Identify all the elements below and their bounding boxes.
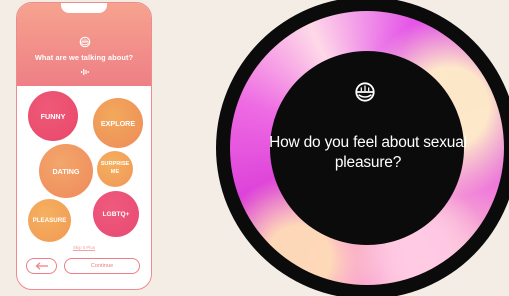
- helmet-logo-icon: [79, 36, 91, 48]
- question-text: How do you feel about sexual pleasure?: [269, 134, 467, 172]
- topic-funny[interactable]: FUNNY: [28, 91, 78, 141]
- helmet-logo-icon: [355, 82, 375, 102]
- skip-link[interactable]: Skip it Plus: [17, 245, 151, 250]
- phone-header: What are we talking about?: [17, 3, 151, 86]
- topic-explore[interactable]: EXPLORE: [93, 98, 143, 148]
- phone-mockup: What are we talking about? FUNNY EXPLORE…: [16, 2, 152, 290]
- topic-dating[interactable]: DATING: [39, 144, 93, 198]
- continue-button[interactable]: Continue: [64, 258, 140, 274]
- question-display: How do you feel about sexual pleasure?: [212, 0, 509, 296]
- back-button[interactable]: [26, 258, 57, 274]
- topic-prompt: What are we talking about?: [34, 53, 134, 62]
- phone-notch: [61, 3, 107, 13]
- arrow-left-icon: [35, 262, 48, 270]
- topic-lgbtq[interactable]: LGBTQ+: [93, 191, 139, 237]
- audio-wave-icon[interactable]: [80, 68, 90, 76]
- topic-surprise-me[interactable]: SURPRISE ME: [97, 151, 133, 187]
- topic-pleasure[interactable]: PLEASURE: [28, 199, 71, 242]
